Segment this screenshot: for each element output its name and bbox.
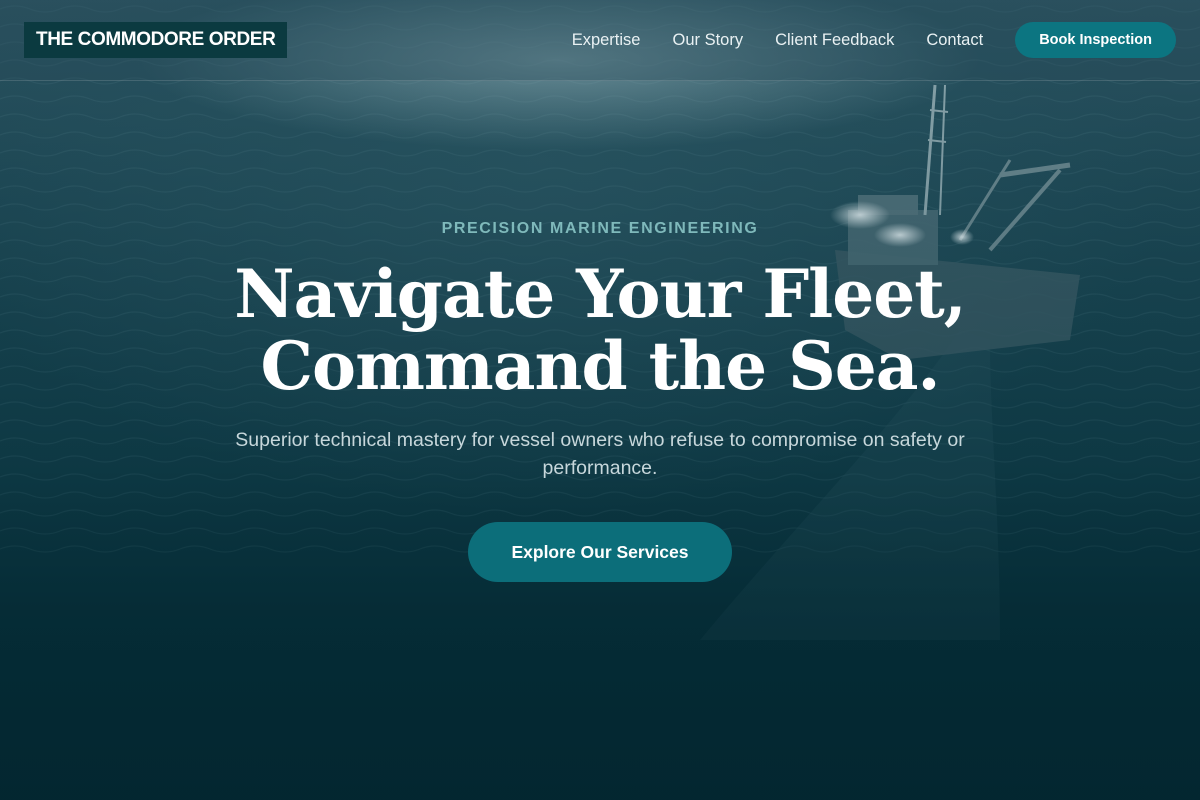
main-nav: Expertise Our Story Client Feedback Cont… xyxy=(572,22,1176,58)
brand-logo[interactable]: THE COMMODORE ORDER xyxy=(24,22,288,58)
explore-services-button[interactable]: Explore Our Services xyxy=(468,522,732,582)
hero-eyebrow: PRECISION MARINE ENGINEERING xyxy=(441,220,759,237)
hero-section: PRECISION MARINE ENGINEERING Navigate Yo… xyxy=(0,0,1200,800)
hero-title-line-2: Command the Sea. xyxy=(260,327,941,405)
nav-link-expertise[interactable]: Expertise xyxy=(572,31,641,50)
hero-title: Navigate Your Fleet, Command the Sea. xyxy=(0,258,1200,402)
nav-link-contact[interactable]: Contact xyxy=(926,31,983,50)
nav-link-our-story[interactable]: Our Story xyxy=(672,31,743,50)
hero-title-line-1: Navigate Your Fleet, xyxy=(234,255,966,333)
hero-subtitle: Superior technical mastery for vessel ow… xyxy=(235,429,965,479)
site-header: THE COMMODORE ORDER Expertise Our Story … xyxy=(0,0,1200,81)
book-inspection-button[interactable]: Book Inspection xyxy=(1015,22,1176,58)
nav-link-client-feedback[interactable]: Client Feedback xyxy=(775,31,894,50)
